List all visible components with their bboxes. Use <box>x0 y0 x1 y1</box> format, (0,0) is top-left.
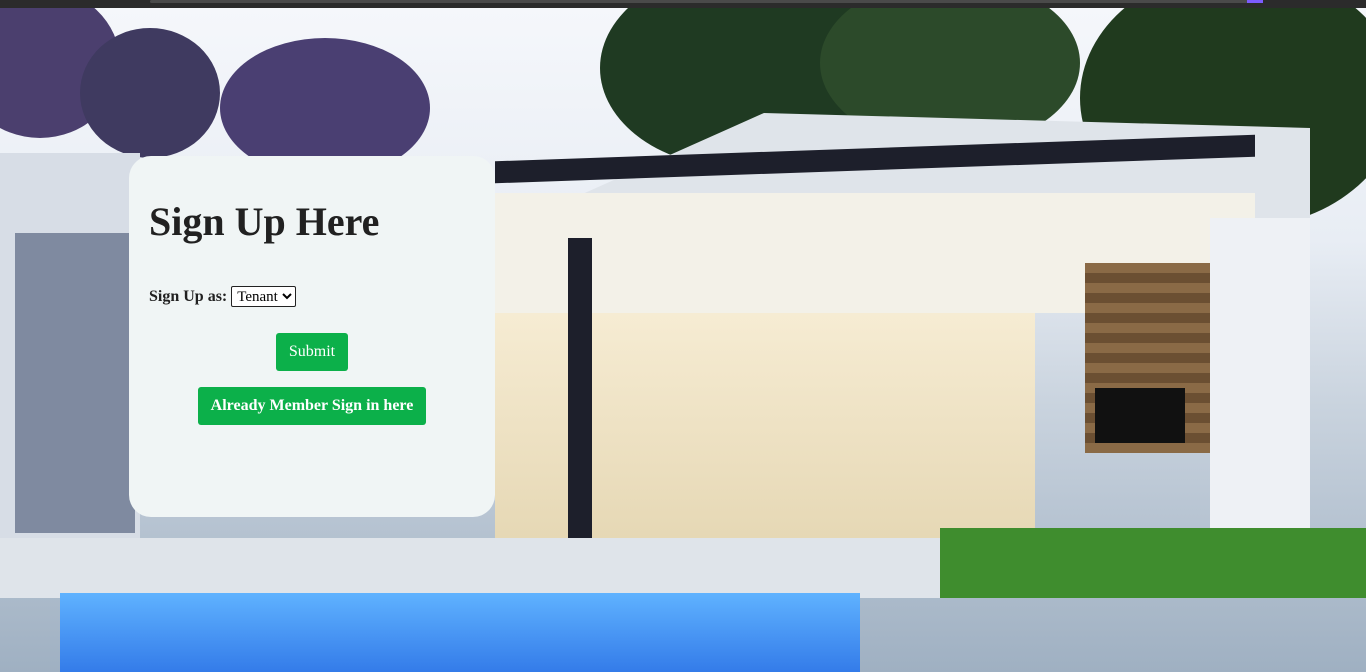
browser-url-track <box>150 0 1260 3</box>
role-label: Sign Up as: <box>149 287 228 305</box>
browser-top-bar <box>0 0 1366 8</box>
pillar <box>568 238 592 538</box>
lawn <box>940 528 1366 598</box>
browser-accent <box>1247 0 1263 3</box>
signin-link-button[interactable]: Already Member Sign in here <box>198 387 426 425</box>
fireplace <box>1085 263 1210 453</box>
role-row: Sign Up as: Tenant <box>149 286 297 307</box>
tree <box>80 28 220 158</box>
left-house-window <box>15 233 135 533</box>
page-title: Sign Up Here <box>149 199 380 244</box>
pool <box>60 593 860 672</box>
submit-button[interactable]: Submit <box>276 333 348 371</box>
role-select[interactable]: Tenant <box>231 286 297 307</box>
signup-card: Sign Up Here Sign Up as: Tenant Submit A… <box>129 156 495 517</box>
right-wall <box>1210 218 1310 538</box>
